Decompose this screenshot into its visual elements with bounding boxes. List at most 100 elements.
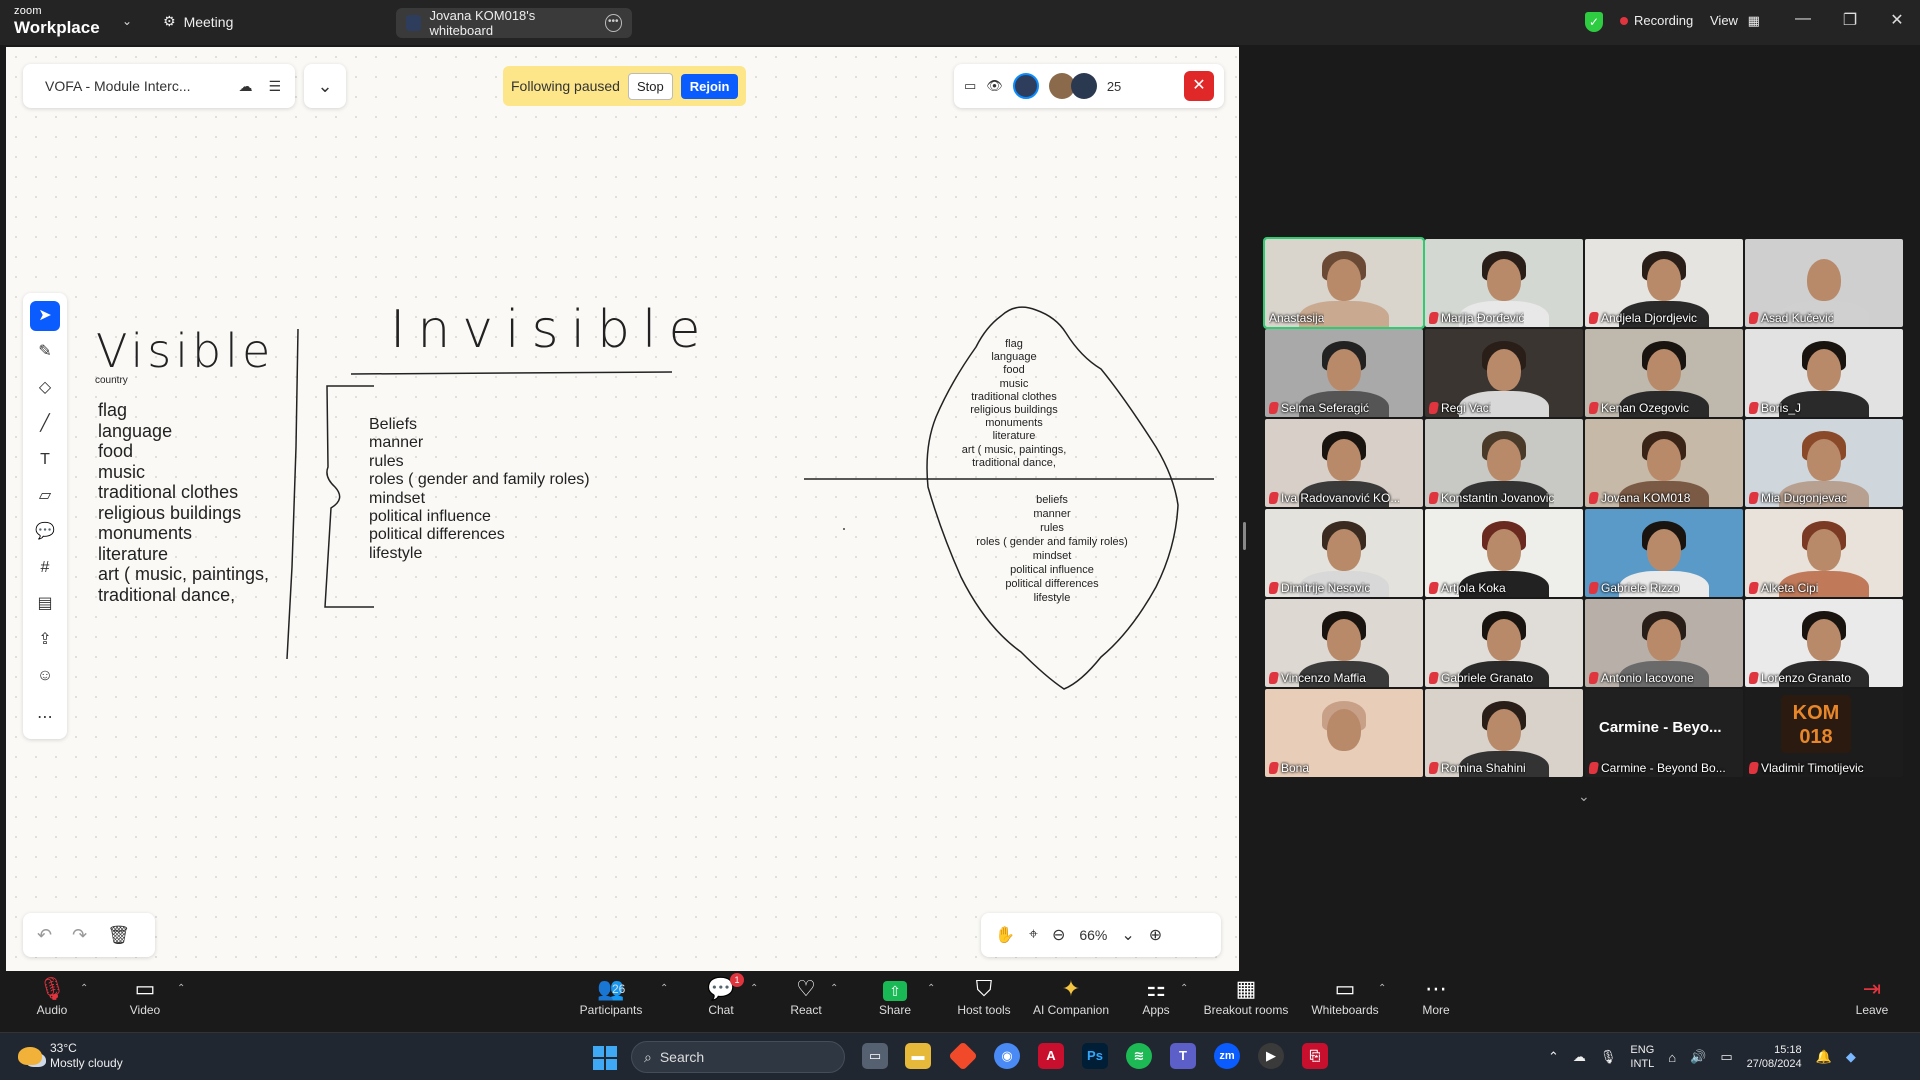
chevron-down-icon[interactable]: ⌄ <box>1121 925 1134 945</box>
upload-tool-icon[interactable]: ⇪ <box>30 625 60 655</box>
windows-start-icon[interactable] <box>593 1046 617 1070</box>
audio-button[interactable]: 🎙 Audio <box>34 975 70 1017</box>
participant-tile[interactable]: Andjela Djordjevic <box>1585 239 1743 327</box>
line-tool-icon[interactable]: ╱ <box>30 409 60 439</box>
participant-tile[interactable]: Gabriele Rizzo <box>1585 509 1743 597</box>
react-caret-icon[interactable]: ⌃ <box>830 983 838 994</box>
task-view-icon[interactable]: ▭ <box>862 1043 888 1069</box>
participant-tile[interactable]: Konstantin Jovanovic <box>1425 419 1583 507</box>
select-tool-icon[interactable]: ➤ <box>30 301 60 331</box>
avatar[interactable] <box>1070 73 1097 99</box>
volume-icon[interactable]: 🔊 <box>1690 1049 1706 1065</box>
undo-icon[interactable]: ↶ <box>37 925 52 946</box>
participant-tile[interactable]: Boris_J <box>1745 329 1903 417</box>
apps-caret-icon[interactable]: ⌃ <box>1180 983 1188 994</box>
participant-tile[interactable]: Vincenzo Maffia <box>1265 599 1423 687</box>
zoom-in-icon[interactable]: ⊕ <box>1149 925 1162 945</box>
iceberg-top-list[interactable]: flag language food music traditional clothes… <box>934 338 1094 470</box>
photoshop-icon[interactable]: Ps <box>1082 1043 1108 1069</box>
participant-tile[interactable]: Gabriele Granato <box>1425 599 1583 687</box>
network-icon[interactable]: ⌂ <box>1668 1050 1676 1065</box>
country-label[interactable]: country <box>95 375 128 386</box>
splitter-handle[interactable] <box>1243 522 1246 550</box>
shapes-tool-icon[interactable]: ◇ <box>30 373 60 403</box>
battery-icon[interactable]: ▭ <box>1720 1049 1732 1065</box>
zoom-workplace-logo[interactable]: zoom Workplace <box>14 6 100 37</box>
chrome-icon[interactable]: ◉ <box>994 1043 1020 1069</box>
participant-tile[interactable]: Lorenzo Granato <box>1745 599 1903 687</box>
redo-icon[interactable]: ↷ <box>72 925 87 946</box>
stop-button[interactable]: Stop <box>627 72 673 100</box>
locate-icon[interactable]: ⌖ <box>1029 926 1038 944</box>
language-indicator[interactable]: ENG INTL <box>1630 1043 1654 1071</box>
whiteboards-button[interactable]: ▭ Whiteboards <box>1309 975 1381 1017</box>
weather-widget[interactable]: 33°C Mostly cloudy <box>18 1041 123 1071</box>
comment-icon[interactable]: ▭ <box>964 78 976 94</box>
text-tool-icon[interactable]: T <box>30 445 60 475</box>
participant-tile[interactable]: Antonio Iacovone <box>1585 599 1743 687</box>
share-caret-icon[interactable]: ⌃ <box>927 983 935 994</box>
visible-heading[interactable]: Visible <box>96 324 274 378</box>
close-whiteboard-button[interactable]: ✕ <box>1184 71 1214 101</box>
whiteboard-tab[interactable]: Jovana KOM018's whiteboard ••• <box>396 8 632 38</box>
react-button[interactable]: ♡ React <box>790 975 822 1017</box>
follow-view-icon[interactable]: 👁 <box>986 78 1003 94</box>
media-player-icon[interactable]: ▶ <box>1258 1043 1284 1069</box>
zoom-app-icon[interactable]: zm <box>1214 1043 1240 1069</box>
acrobat-icon[interactable]: A <box>1038 1043 1064 1069</box>
participant-tile[interactable]: Artjola Koka <box>1425 509 1583 597</box>
breakout-rooms-button[interactable]: ▦ Breakout rooms <box>1202 975 1290 1017</box>
clock[interactable]: 15:18 27/08/2024 <box>1747 1043 1802 1071</box>
participant-tile[interactable]: Dimitrije Nesovic <box>1265 509 1423 597</box>
participant-tile[interactable]: Alketa Cipi <box>1745 509 1903 597</box>
zoom-level[interactable]: 66% <box>1079 927 1107 943</box>
participant-tile[interactable]: Romina Shahini <box>1425 689 1583 777</box>
tray-overflow-icon[interactable]: ⌃ <box>1548 1049 1559 1065</box>
collaborator-count[interactable]: 25 <box>1107 79 1121 94</box>
video-button[interactable]: ▭ Video <box>126 975 164 1017</box>
copilot-icon[interactable]: ◆ <box>1846 1049 1856 1065</box>
anydesk-icon[interactable] <box>948 1041 978 1071</box>
spotify-icon[interactable]: ≋ <box>1126 1043 1152 1069</box>
restore-icon[interactable]: ❐ <box>1835 10 1865 30</box>
file-name[interactable]: VOFA - Module Interc... <box>45 78 222 94</box>
taskbar-search[interactable]: ⌕ Search <box>631 1041 845 1073</box>
participant-tile[interactable]: Jovana KOM018 <box>1585 419 1743 507</box>
host-tools-button[interactable]: ⛉ Host tools <box>953 975 1015 1017</box>
meeting-menu[interactable]: ⚙ Meeting <box>163 13 233 30</box>
cloud-icon[interactable]: ☁ <box>1573 1049 1586 1065</box>
sticky-note-icon[interactable]: ▱ <box>30 481 60 511</box>
visible-list[interactable]: flag language food music traditional clothes… <box>98 400 269 605</box>
participants-caret-icon[interactable]: ⌃ <box>660 983 668 994</box>
participant-tile[interactable]: Asad Kučević <box>1745 239 1903 327</box>
whiteboard-canvas[interactable]: VOFA - Module Interc... ☁ ☰ ⌄ Following … <box>6 47 1239 971</box>
share-button[interactable]: ⇧ Share <box>877 975 913 1017</box>
video-options-caret-icon[interactable]: ⌃ <box>177 983 185 994</box>
participant-tile[interactable]: Anastasija <box>1263 237 1425 329</box>
leave-button[interactable]: ⇥ Leave <box>1854 975 1890 1017</box>
apps-button[interactable]: ⚏ Apps <box>1141 975 1171 1017</box>
participant-tile[interactable]: Carmine - Beyo... Carmine - Beyond Bo... <box>1585 689 1743 777</box>
participant-tile[interactable]: Kenan Ozegovic <box>1585 329 1743 417</box>
close-window-icon[interactable]: ✕ <box>1882 10 1912 30</box>
avatar[interactable] <box>1012 73 1039 99</box>
collapse-button[interactable]: ⌄ <box>304 64 346 108</box>
minimize-icon[interactable]: — <box>1788 10 1818 28</box>
pen-tool-icon[interactable]: ✎ <box>30 337 60 367</box>
chat-caret-icon[interactable]: ⌃ <box>750 983 758 994</box>
comment-tool-icon[interactable]: 💬 <box>30 517 60 547</box>
participant-tile[interactable]: Mia Dugonjevac <box>1745 419 1903 507</box>
chat-button[interactable]: 💬 1 Chat <box>704 973 744 1017</box>
ai-companion-button[interactable]: ✦ AI Companion <box>1030 975 1112 1017</box>
emoji-tool-icon[interactable]: ☺ <box>30 661 60 691</box>
chevron-down-icon[interactable]: ⌄ <box>122 14 132 28</box>
notification-bell-icon[interactable]: 🔔 <box>1816 1049 1832 1065</box>
teams-icon[interactable]: T <box>1170 1043 1196 1069</box>
more-options-icon[interactable]: ••• <box>604 14 622 32</box>
participant-tile[interactable]: Iva Radovanović KO... <box>1265 419 1423 507</box>
file-explorer-icon[interactable]: ▬ <box>905 1043 931 1069</box>
audio-options-caret-icon[interactable]: ⌃ <box>80 983 88 994</box>
hamburger-menu-icon[interactable]: ☰ <box>268 78 281 95</box>
chevron-down-icon[interactable]: ⌄ <box>1578 788 1590 805</box>
hand-pan-icon[interactable]: ✋ <box>995 925 1015 945</box>
